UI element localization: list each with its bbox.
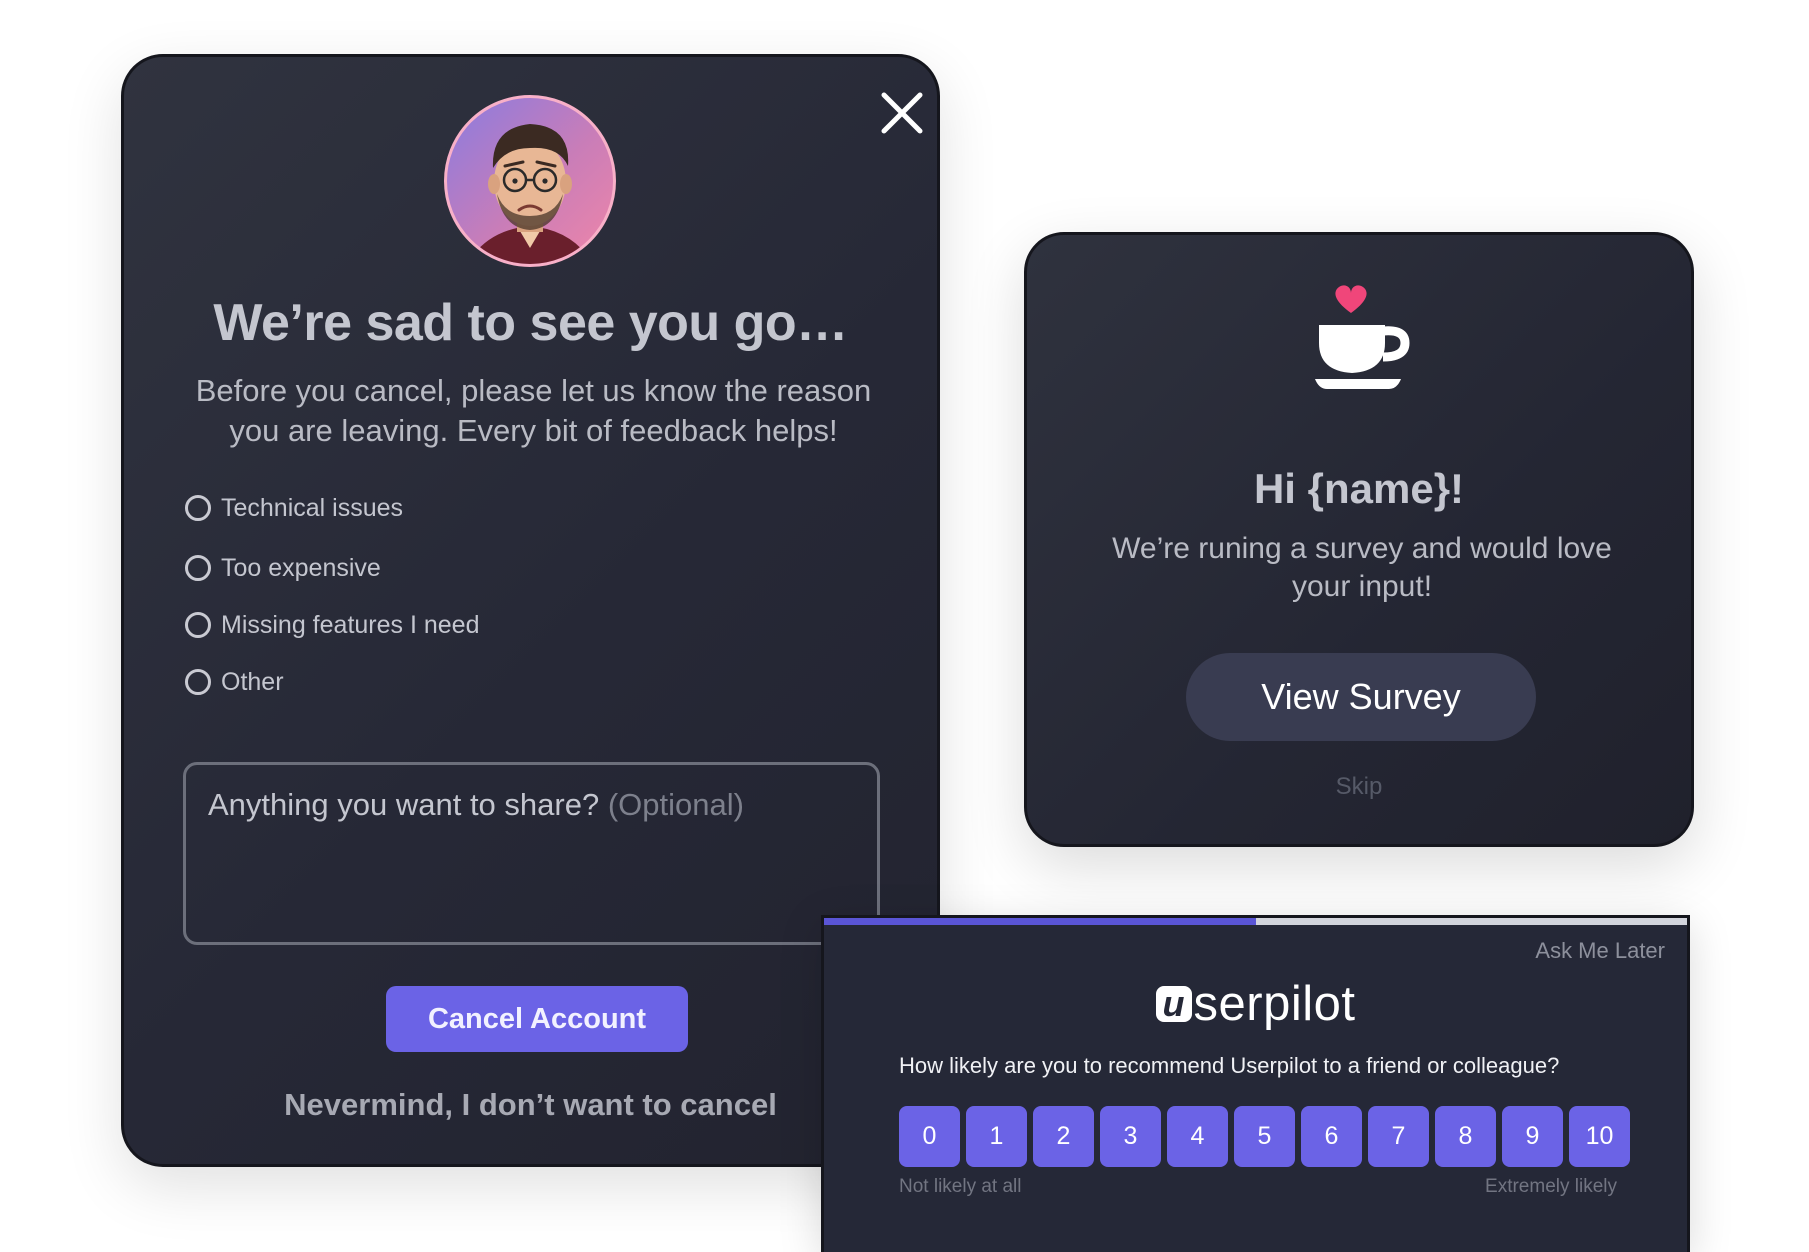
coffee-cup-heart-icon [1315,285,1410,389]
feedback-optional-hint: (Optional) [607,787,744,822]
skip-link[interactable]: Skip [1027,773,1691,801]
cancel-account-modal: We’re sad to see you go… Before you canc… [121,54,940,1167]
reason-label: Missing features I need [221,610,480,639]
reason-option-missing-features[interactable]: Missing features I need [185,610,479,640]
radio-button[interactable] [185,555,211,581]
cancel-account-button[interactable]: Cancel Account [386,986,688,1052]
brand-initial: u [1155,986,1192,1022]
avatar [444,95,616,267]
score-button-4[interactable]: 4 [1167,1106,1228,1167]
feedback-placeholder: Anything you want to share? [208,787,600,822]
high-score-label: Extremely likely [1485,1176,1617,1197]
modal-subtitle: Before you cancel, please let us know th… [195,373,872,448]
score-button-3[interactable]: 3 [1100,1106,1161,1167]
reason-option-technical-issues[interactable]: Technical issues [185,493,403,523]
score-button-1[interactable]: 1 [966,1106,1027,1167]
low-score-label: Not likely at all [899,1176,1022,1197]
sad-person-illustration [467,124,593,264]
score-button-10[interactable]: 10 [1569,1106,1630,1167]
close-icon[interactable] [874,85,930,141]
progress-bar [824,918,1687,925]
ask-me-later-link[interactable]: Ask Me Later [1535,938,1665,964]
reason-label: Other [221,667,284,696]
brand-wordmark: serpilot [1193,977,1356,1031]
nevermind-link[interactable]: Nevermind, I don’t want to cancel [124,1087,937,1123]
reason-option-too-expensive[interactable]: Too expensive [185,553,381,583]
nps-survey-widget: Ask Me Later u serpilot How likely are y… [821,915,1690,1252]
reason-option-other[interactable]: Other [185,667,284,697]
reason-label: Technical issues [221,493,404,522]
survey-subtitle: We’re runing a survey and would love you… [1112,532,1612,603]
userpilot-logo: u serpilot [824,976,1687,1032]
radio-button[interactable] [185,612,211,638]
nps-scale: 0 1 2 3 4 5 6 7 8 9 10 [899,1106,1630,1167]
score-button-6[interactable]: 6 [1301,1106,1362,1167]
progress-fill [824,918,1256,925]
score-button-9[interactable]: 9 [1502,1106,1563,1167]
survey-title: Hi {name}! [1253,465,1465,512]
nps-question: How likely are you to recommend Userpilo… [899,1053,1560,1078]
score-button-5[interactable]: 5 [1234,1106,1295,1167]
radio-button[interactable] [185,669,211,695]
score-button-7[interactable]: 7 [1368,1106,1429,1167]
score-button-0[interactable]: 0 [899,1106,960,1167]
view-survey-button[interactable]: View Survey [1186,653,1536,741]
reason-label: Too expensive [221,553,381,582]
radio-button[interactable] [185,495,211,521]
modal-title: We’re sad to see you go… [213,294,848,352]
score-button-8[interactable]: 8 [1435,1106,1496,1167]
score-button-2[interactable]: 2 [1033,1106,1094,1167]
survey-invitation-card: Hi {name}! We’re runing a survey and wou… [1024,232,1694,847]
feedback-textarea[interactable]: Anything you want to share? (Optional) [183,762,880,945]
